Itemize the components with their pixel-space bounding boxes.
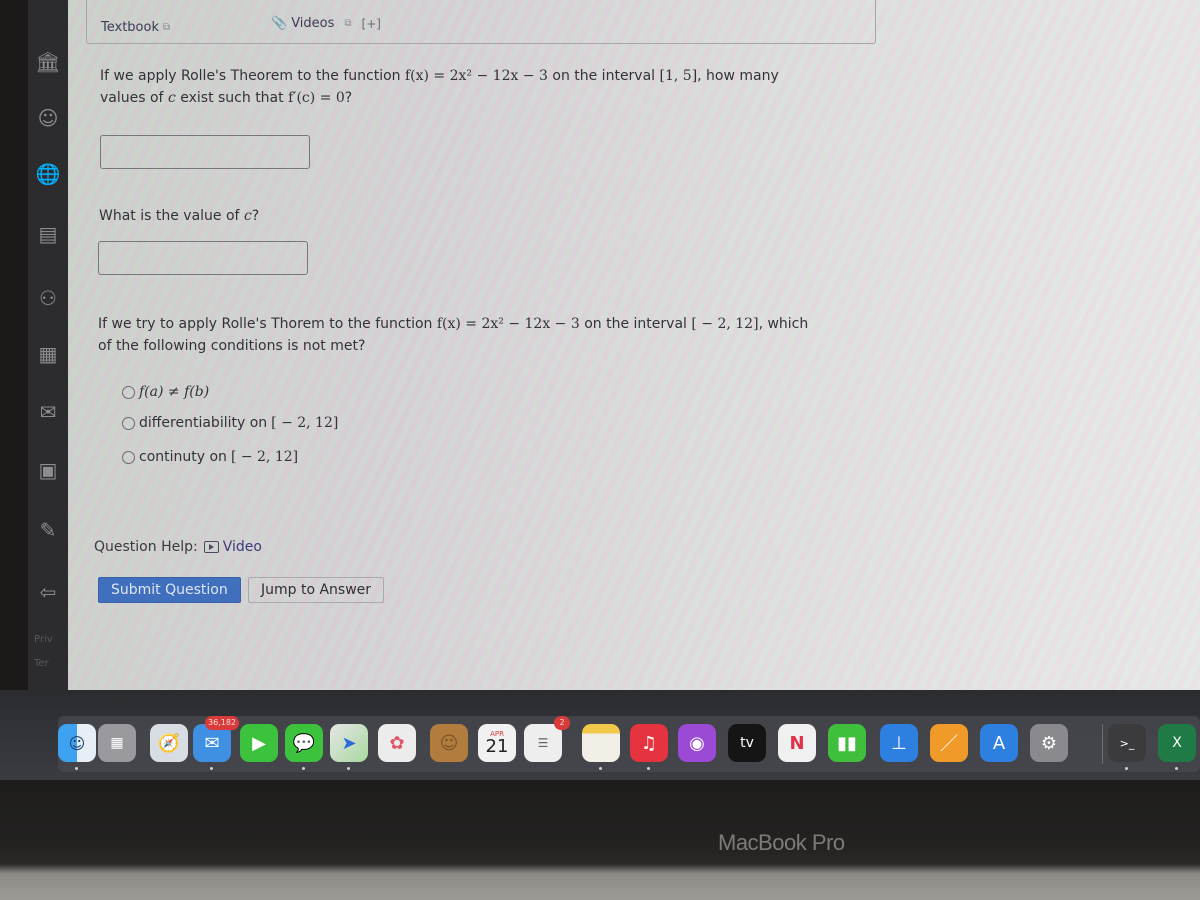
dock-area: ☺ ▦ 🧭 ✉ 36,182 ▶ 💬 ➤ ✿ ☺ APR 21 ☰ 2 ♫ ◉ tv… (0, 690, 1200, 780)
option-label: continuty on (139, 449, 227, 465)
terms-link[interactable]: Ter (34, 658, 49, 669)
course-icon[interactable]: ▤ (34, 220, 62, 248)
privacy-link[interactable]: Priv (34, 634, 53, 645)
variable-c: c (167, 90, 176, 106)
safari-icon[interactable]: 🧭 (150, 724, 188, 762)
prompt-text: If we apply Rolle's Theorem to the funct… (100, 68, 405, 84)
prompt-text: values of (100, 90, 168, 106)
calendar-app-icon[interactable]: APR 21 (478, 724, 516, 762)
numbers-icon[interactable]: ▮▮ (828, 724, 866, 762)
variable-c: c (243, 208, 252, 224)
jump-to-answer-button[interactable]: Jump to Answer (248, 577, 385, 603)
maps-icon[interactable]: ➤ (330, 724, 368, 770)
institution-icon[interactable]: 🏛 (34, 48, 62, 76)
prompt-text: , which (758, 316, 809, 332)
finder-icon[interactable]: ☺ (58, 724, 96, 770)
mail-badge: 36,182 (205, 716, 239, 730)
question-3-prompt: If we try to apply Rolle's Thorem to the… (98, 313, 898, 357)
resource-bar: Textbook ⧉ 📎 Videos ⧉ [+] (86, 0, 876, 44)
question-help: Question Help: Video (94, 539, 262, 555)
c-value-input[interactable] (98, 241, 308, 275)
textbook-link[interactable]: Textbook ⧉ (101, 20, 170, 35)
left-bezel (0, 0, 28, 780)
contacts-icon[interactable]: ☺ (430, 724, 468, 762)
system-settings-icon[interactable]: ⚙ (1030, 724, 1068, 762)
function-expression: f(x) = 2x² − 12x − 3 (436, 316, 580, 332)
help-video-link[interactable]: Video (203, 539, 262, 555)
expand-toggle[interactable]: [+] (362, 17, 381, 31)
device-brand-label: MacBook Pro (718, 830, 845, 855)
dock-separator (1102, 724, 1103, 764)
globe-icon[interactable]: 🌐 (34, 160, 62, 188)
interval-expression: [1, 5] (659, 68, 698, 84)
calendar-icon[interactable]: ▦ (34, 340, 62, 368)
reminders-badge: 2 (554, 716, 570, 730)
videos-label: Videos (291, 16, 335, 31)
textbook-label: Textbook (101, 20, 159, 35)
excel-icon[interactable]: X (1158, 724, 1196, 770)
prompt-text: on the interval (579, 316, 692, 332)
logout-icon[interactable]: ⇦ (34, 578, 62, 606)
question-content: Textbook ⧉ 📎 Videos ⧉ [+] If we apply Ro… (68, 0, 1200, 690)
app-store-icon[interactable]: A (980, 724, 1018, 762)
prompt-text: ? (251, 208, 260, 224)
option-f-a-neq-f-b[interactable]: f(a) ≠ f(b) (122, 384, 209, 400)
mail-icon[interactable]: ✉ 36,182 (193, 716, 239, 770)
prompt-text: What is the value of (99, 208, 244, 224)
external-link-icon: ⧉ (344, 18, 352, 29)
radio-button[interactable] (122, 450, 135, 464)
tv-label: tv (740, 735, 754, 751)
help-label: Question Help: (94, 539, 198, 555)
news-icon[interactable]: N (778, 724, 816, 762)
submit-question-button[interactable]: Submit Question (98, 577, 241, 603)
groups-icon[interactable]: ⚇ (34, 284, 62, 312)
dock: ☺ ▦ 🧭 ✉ 36,182 ▶ 💬 ➤ ✿ ☺ APR 21 ☰ 2 ♫ ◉ tv… (58, 716, 1200, 772)
pages-icon[interactable]: ／ (930, 724, 968, 762)
play-icon (203, 541, 219, 553)
keynote-icon[interactable]: ⊥ (880, 724, 918, 762)
option-differentiability[interactable]: differentiability on [ − 2, 12] (122, 415, 338, 431)
user-icon[interactable]: ☺ (34, 104, 62, 132)
external-link-icon: ⧉ (162, 22, 171, 33)
option-continuity[interactable]: continuty on [ − 2, 12] (122, 449, 298, 465)
calendar-day: 21 (485, 736, 509, 757)
question-1-prompt: If we apply Rolle's Theorem to the funct… (100, 65, 860, 109)
messages-icon[interactable]: 💬 (285, 724, 323, 770)
videos-link[interactable]: 📎 Videos ⧉ [+] (271, 16, 381, 31)
inbox-icon[interactable]: ✉ (34, 398, 62, 426)
launchpad-icon[interactable]: ▦ (98, 724, 136, 762)
interval-expression: [ − 2, 12] (230, 449, 299, 465)
prompt-text: If we try to apply Rolle's Thorem to the… (98, 316, 437, 332)
music-icon[interactable]: ♫ (630, 724, 668, 770)
option-label: f(a) ≠ f(b) (139, 384, 210, 400)
edit-icon[interactable]: ✎ (34, 516, 62, 544)
prompt-text: exist such that (175, 90, 289, 106)
sidebar: 🏛 ☺ 🌐 ▤ ⚇ ▦ ✉ ▣ ✎ ⇦ Priv Ter (28, 0, 68, 690)
notes-icon[interactable] (582, 724, 620, 770)
apple-tv-icon[interactable]: tv (728, 724, 766, 762)
radio-button[interactable] (122, 416, 135, 430)
paperclip-icon: 📎 (271, 16, 288, 31)
reminders-icon[interactable]: ☰ 2 (524, 716, 570, 762)
prompt-text: ? (344, 90, 353, 106)
facetime-icon[interactable]: ▶ (240, 724, 278, 762)
prompt-text: on the interval (547, 68, 660, 84)
photos-icon[interactable]: ✿ (378, 724, 416, 762)
option-label: differentiability on (139, 415, 268, 431)
interval-expression: [ − 2, 12] (271, 415, 339, 431)
question-2-label: What is the value of c? (99, 205, 259, 227)
radio-button[interactable] (122, 385, 135, 399)
interval-expression: [ − 2, 12] (691, 316, 759, 332)
function-expression: f(x) = 2x² − 12x − 3 (404, 68, 548, 84)
screen: 🏛 ☺ 🌐 ▤ ⚇ ▦ ✉ ▣ ✎ ⇦ Priv Ter Textbook ⧉ … (0, 0, 1200, 780)
prompt-text: , how many (697, 68, 779, 84)
count-answer-input[interactable] (100, 135, 310, 169)
podcasts-icon[interactable]: ◉ (678, 724, 716, 762)
terminal-icon[interactable]: >_ (1108, 724, 1146, 770)
prompt-text: of the following conditions is not met? (98, 338, 366, 354)
laptop-bezel (0, 780, 1200, 900)
condition-expression: f′(c) = 0 (288, 90, 345, 106)
video-label: Video (222, 539, 262, 555)
history-icon[interactable]: ▣ (34, 456, 62, 484)
